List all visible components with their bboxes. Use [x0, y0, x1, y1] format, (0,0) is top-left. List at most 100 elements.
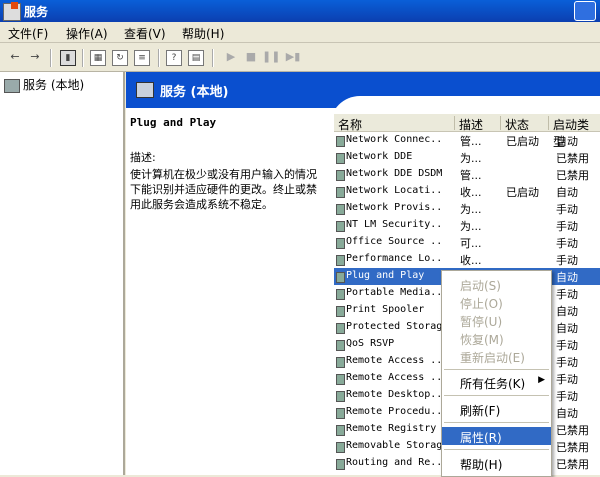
forward-icon[interactable]: →	[26, 48, 44, 66]
service-name: Routing and Re...	[346, 457, 444, 468]
menu-item-restart[interactable]: 重新启动(E)	[442, 347, 551, 365]
menu-item-resume[interactable]: 恢复(M)	[442, 329, 551, 347]
menu-item-help[interactable]: 帮助(H)	[442, 454, 551, 472]
menu-item-refresh[interactable]: 刷新(F)	[442, 400, 551, 418]
menu-help[interactable]: 帮助(H)	[182, 25, 224, 42]
service-startup: 手动	[556, 288, 578, 301]
service-name: Remote Access ...	[346, 355, 444, 366]
menu-view[interactable]: 查看(V)	[124, 25, 166, 42]
table-row[interactable]: Network Provis... 为... 手动	[334, 200, 600, 217]
service-desc: 为...	[460, 203, 482, 216]
export-list-icon[interactable]: ≡	[134, 50, 150, 66]
service-name: Remote Registry	[346, 423, 437, 434]
service-desc: 收...	[460, 254, 482, 267]
menu-item-label: 恢复(M)	[460, 333, 504, 347]
service-icon	[336, 238, 345, 249]
service-startup: 自动	[556, 407, 578, 420]
table-row[interactable]: NT LM Security... 为... 手动	[334, 217, 600, 234]
menu-action[interactable]: 操作(A)	[66, 25, 108, 42]
service-desc: 管...	[460, 169, 482, 182]
service-name: Removable Storag	[346, 440, 443, 451]
service-icon	[336, 187, 345, 198]
menu-item-label: 刷新(F)	[460, 404, 501, 418]
column-header-description[interactable]: 描述	[454, 116, 483, 132]
table-row[interactable]: Network DDE DSDM 管... 已禁用	[334, 166, 600, 183]
services-app-icon	[3, 2, 21, 21]
service-icon	[336, 357, 345, 368]
console-tree: 服务 (本地)	[0, 72, 125, 475]
table-row[interactable]: Network Locati... 收... 已启动 自动	[334, 183, 600, 200]
service-startup: 手动	[556, 390, 578, 403]
service-startup: 自动	[556, 186, 578, 199]
service-name: Network DDE	[346, 151, 413, 162]
service-icon	[336, 442, 345, 453]
column-header-startup-type[interactable]: 启动类型	[548, 116, 600, 149]
column-header-name[interactable]: 名称	[334, 116, 362, 132]
refresh-icon[interactable]: ↻	[112, 50, 128, 66]
tree-node-label: 服务 (本地)	[23, 78, 85, 92]
back-icon[interactable]: ←	[6, 48, 24, 66]
table-row[interactable]: Office Source ... 可... 手动	[334, 234, 600, 251]
start-service-icon[interactable]: ▶	[222, 48, 240, 66]
service-icon	[336, 272, 345, 283]
service-startup: 手动	[556, 254, 578, 267]
help-icon[interactable]: ?	[166, 50, 182, 66]
menu-item-stop[interactable]: 停止(O)	[442, 293, 551, 311]
service-icon	[336, 136, 345, 147]
service-startup: 手动	[556, 237, 578, 250]
column-header-status[interactable]: 状态	[500, 116, 529, 132]
service-desc: 为...	[460, 152, 482, 165]
menu-item-label: 属性(R)	[460, 431, 502, 445]
service-icon	[336, 221, 345, 232]
properties-icon[interactable]: ▦	[90, 50, 106, 66]
service-icon	[336, 153, 345, 164]
service-name: Protected Storag	[346, 321, 443, 332]
table-row[interactable]: Network Connec... 管... 已启动 自动	[334, 132, 600, 149]
menu-item-start[interactable]: 启动(S)	[442, 275, 551, 293]
menu-item-all-tasks[interactable]: 所有任务(K) ▶	[442, 373, 551, 391]
service-icon	[336, 425, 345, 436]
pause-service-icon[interactable]: ❚❚	[262, 48, 280, 66]
service-name: Network Provis...	[346, 202, 444, 213]
service-status: 已启动	[506, 135, 539, 148]
service-icon	[336, 340, 345, 351]
service-name: Performance Lo...	[346, 253, 444, 264]
show-hide-tree-icon[interactable]: ▮	[60, 50, 76, 66]
services-gear-icon	[4, 78, 20, 93]
console-tree-icon[interactable]: ▤	[188, 50, 204, 66]
stop-service-icon[interactable]: ■	[242, 48, 260, 66]
service-name: Remote Access ...	[346, 372, 444, 383]
service-startup: 手动	[556, 220, 578, 233]
menu-item-label: 重新启动(E)	[460, 351, 525, 365]
tree-node-services-local[interactable]: 服务 (本地)	[4, 76, 84, 93]
service-name: Office Source ...	[346, 236, 444, 247]
service-startup: 手动	[556, 339, 578, 352]
service-startup: 已禁用	[556, 458, 589, 471]
service-name: Remote Procedu...	[346, 406, 444, 417]
menu-item-label: 暂停(U)	[460, 315, 503, 329]
service-status: 已启动	[506, 186, 539, 199]
service-icon	[336, 170, 345, 181]
menu-bar: 文件(F) 操作(A) 查看(V) 帮助(H)	[0, 22, 600, 43]
restart-service-icon[interactable]: ▶▮	[284, 48, 302, 66]
service-name: QoS RSVP	[346, 338, 395, 349]
toolbar-separator	[82, 49, 84, 67]
table-row[interactable]: Network DDE 为... 已禁用	[334, 149, 600, 166]
selected-service-name: Plug and Play	[130, 116, 217, 129]
menu-item-pause[interactable]: 暂停(U)	[442, 311, 551, 329]
menu-file[interactable]: 文件(F)	[8, 25, 48, 42]
service-name: Plug and Play	[346, 270, 425, 281]
service-icon	[336, 459, 345, 470]
service-desc: 管...	[460, 135, 482, 148]
service-name: Portable Media...	[346, 287, 444, 298]
window-title: 服务	[24, 5, 49, 19]
service-description-panel: Plug and Play 描述: 使计算机在极少或没有用户输入的情况下能识别并…	[130, 116, 326, 212]
menu-item-properties[interactable]: 属性(R)	[442, 427, 551, 445]
services-gear-icon	[136, 82, 154, 98]
service-startup: 手动	[556, 356, 578, 369]
service-startup: 手动	[556, 203, 578, 216]
table-row[interactable]: Performance Lo... 收... 手动	[334, 251, 600, 268]
context-menu: 启动(S) 停止(O) 暂停(U) 恢复(M) 重新启动(E) 所有任务(K) ▶…	[441, 270, 552, 477]
service-icon	[336, 391, 345, 402]
window-control-button[interactable]	[574, 1, 596, 21]
